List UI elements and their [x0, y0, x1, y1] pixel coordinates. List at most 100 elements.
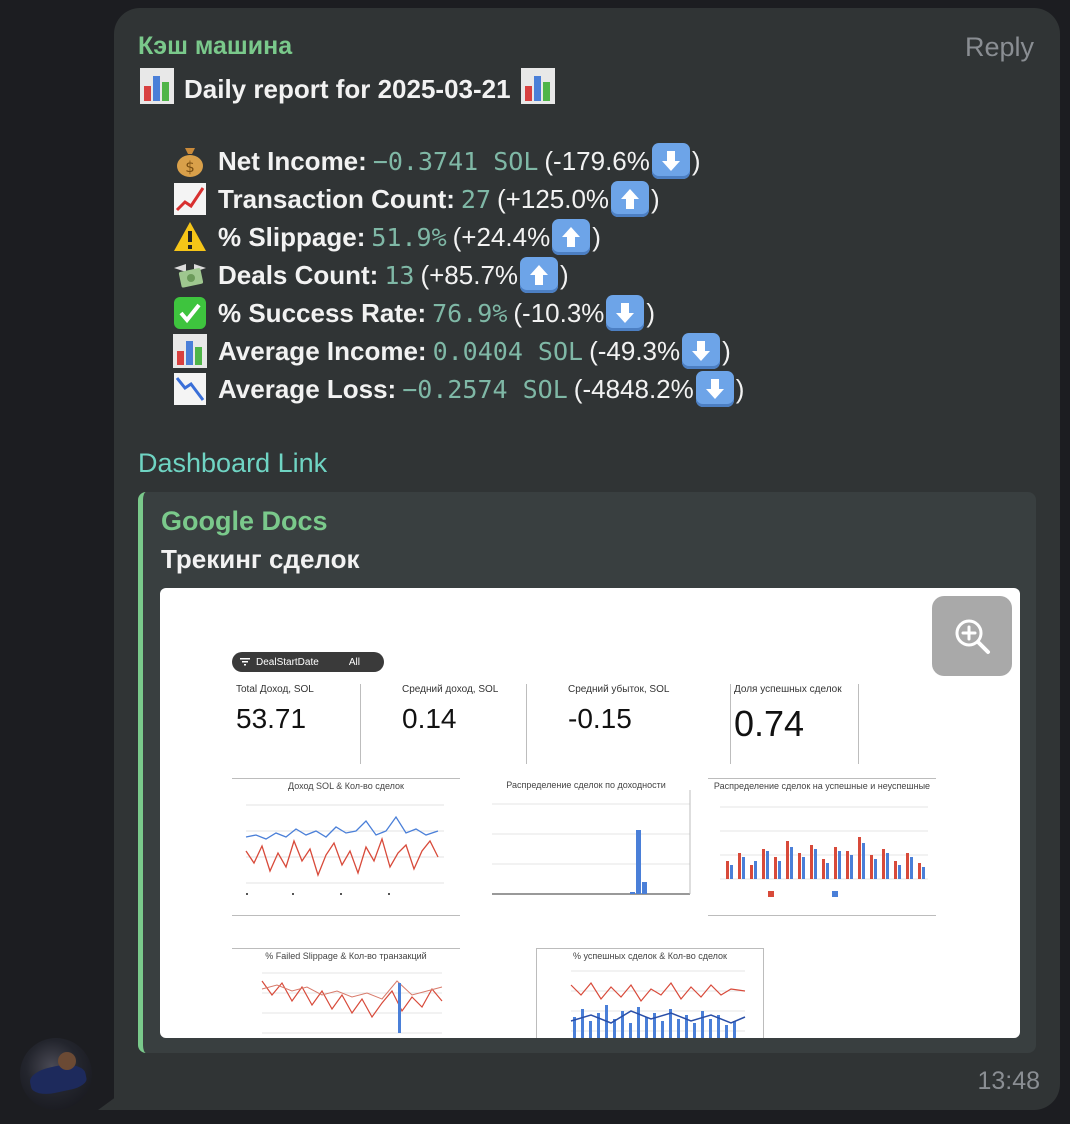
metric-value: −0.2574 SOL	[402, 374, 568, 404]
mini-chart-title: % успешных сделок & Кол-во сделок	[573, 951, 727, 961]
metric-change: (+85.7%	[420, 259, 519, 290]
date-filter-chip: DealStartDate All	[232, 652, 384, 672]
metric-success-rate: % Success Rate: 76.9% (-10.3% )	[170, 294, 744, 332]
sender-name[interactable]: Кэш машина	[138, 32, 292, 61]
kpi-value: 0.14	[402, 703, 457, 734]
bar-chart-icon	[140, 68, 174, 111]
kpi-value: -0.15	[568, 703, 632, 734]
mini-chart-graphic	[261, 972, 443, 1034]
metrics-list: $ Net Income: −0.3741 SOL (-179.6% ) Tra…	[170, 142, 744, 408]
arrow-down-icon	[682, 333, 721, 369]
mini-chart-title: % Failed Slippage & Кол-во транзакций	[265, 951, 427, 961]
metric-average-income: Average Income: 0.0404 SOL (-49.3% )	[170, 332, 744, 370]
metric-deals-count: Deals Count: 13 (+85.7% )	[170, 256, 744, 294]
mini-chart-success-rate: % успешных сделок & Кол-во сделок	[536, 948, 764, 1038]
close-paren: )	[646, 297, 656, 328]
metric-value: 76.9%	[432, 298, 508, 328]
metric-change: (-49.3%	[589, 335, 681, 366]
metric-value: 13	[384, 260, 415, 290]
metric-average-loss: Average Loss: −0.2574 SOL (-4848.2% )	[170, 370, 744, 408]
kpi-average-income: Средний доход, SOL 0.14	[402, 684, 498, 764]
metric-label: % Success Rate:	[218, 297, 427, 328]
kpi-value: 53.71	[236, 703, 307, 734]
mini-chart-graphic	[570, 970, 746, 1038]
metric-transaction-count: Transaction Count: 27 (+125.0% )	[170, 180, 744, 218]
report-title-line: Daily report for 2025-03-21	[140, 68, 555, 111]
metric-label: Average Loss:	[218, 373, 397, 404]
metric-value: 51.9%	[371, 222, 447, 252]
mini-chart-failed-slippage: % Failed Slippage & Кол-во транзакций	[232, 948, 460, 1038]
kpi-value: 0.74	[734, 703, 805, 744]
mini-chart-graphic	[492, 790, 691, 895]
metric-value: 27	[460, 184, 492, 214]
chart-down-icon	[170, 371, 210, 407]
bar-chart-icon	[170, 333, 210, 369]
metric-change: (-10.3%	[513, 297, 605, 328]
message-time: 13:48	[977, 1067, 1040, 1095]
kpi-divider	[360, 684, 361, 764]
mini-chart-title: Распределение сделок на успешные и неусп…	[713, 781, 931, 791]
kpi-average-loss: Средний убыток, SOL -0.15	[568, 684, 669, 764]
mini-chart-distribution: Распределение сделок по доходности	[476, 778, 696, 916]
close-paren: )	[592, 221, 601, 252]
kpi-label: Total Доход, SOL	[236, 684, 314, 695]
zoom-button[interactable]	[932, 596, 1012, 676]
sender-avatar[interactable]	[20, 1038, 92, 1110]
metric-label: % Slippage:	[218, 221, 366, 252]
metric-change: (-179.6%	[544, 145, 650, 176]
metric-change: (+125.0%	[497, 183, 610, 214]
close-paren: )	[735, 373, 745, 404]
kpi-divider	[730, 684, 731, 764]
report-title: Daily report for 2025-03-21	[184, 74, 511, 104]
metric-change: (-4848.2%	[573, 373, 694, 404]
kpi-success-share: Доля успешных сделок 0.74	[734, 684, 842, 764]
zoom-in-icon	[955, 619, 990, 654]
arrow-down-icon	[695, 371, 734, 407]
metric-label: Average Income:	[218, 335, 427, 366]
kpi-total-income: Total Доход, SOL 53.71	[236, 684, 314, 764]
bar-chart-icon	[520, 68, 555, 111]
link-preview[interactable]: Google Docs Трекинг сделок DealStartDate…	[138, 492, 1036, 1053]
mini-chart-graphic	[245, 804, 444, 895]
chart-up-icon	[170, 181, 210, 217]
metric-net-income: $ Net Income: −0.3741 SOL (-179.6% )	[170, 142, 744, 180]
arrow-up-icon	[520, 257, 559, 293]
metric-slippage: % Slippage: 51.9% (+24.4% )	[170, 218, 744, 256]
filter-value: All	[348, 656, 360, 668]
metric-value: −0.3741 SOL	[372, 146, 539, 176]
arrow-up-icon	[552, 219, 591, 255]
warning-icon	[170, 219, 210, 255]
mini-chart-graphic	[720, 806, 928, 897]
kpi-divider	[526, 684, 527, 764]
message-bubble: Кэш машина Reply Daily report for 2025-0…	[114, 8, 1060, 1110]
kpi-label: Средний убыток, SOL	[568, 684, 670, 695]
mini-chart-income: Доход SOL & Кол-во сделок	[232, 778, 460, 916]
dashboard-link[interactable]: Dashboard Link	[138, 448, 327, 479]
close-paren: )	[560, 259, 569, 290]
mini-chart-title: Доход SOL & Кол-во сделок	[288, 781, 404, 791]
reply-button[interactable]: Reply	[965, 32, 1034, 63]
close-paren: )	[651, 183, 660, 214]
kpi-label: Доля успешных сделок	[734, 684, 842, 695]
money-bag-icon: $	[170, 143, 210, 179]
metric-change: (+24.4%	[452, 221, 551, 252]
mini-chart-success-split: Распределение сделок на успешные и неусп…	[708, 778, 936, 916]
svg-text:$: $	[185, 158, 195, 176]
avatar-figure	[27, 1060, 89, 1098]
filter-icon	[240, 658, 250, 666]
metric-label: Net Income:	[218, 145, 367, 176]
metric-value: 0.0404 SOL	[432, 336, 584, 366]
preview-thumbnail[interactable]: DealStartDate All Total Доход, SOL 53.71…	[160, 588, 1020, 1038]
preview-title: Трекинг сделок	[161, 544, 360, 574]
metric-label: Transaction Count:	[218, 183, 455, 214]
money-wings-icon	[170, 257, 210, 293]
close-paren: )	[722, 335, 731, 366]
arrow-down-icon	[651, 143, 690, 179]
preview-site-name: Google Docs	[161, 506, 328, 536]
close-paren: )	[691, 145, 701, 176]
filter-name: DealStartDate	[256, 656, 319, 668]
arrow-up-icon	[611, 181, 650, 217]
kpi-label: Средний доход, SOL	[402, 684, 499, 695]
kpi-divider	[858, 684, 859, 764]
arrow-down-icon	[606, 295, 645, 331]
